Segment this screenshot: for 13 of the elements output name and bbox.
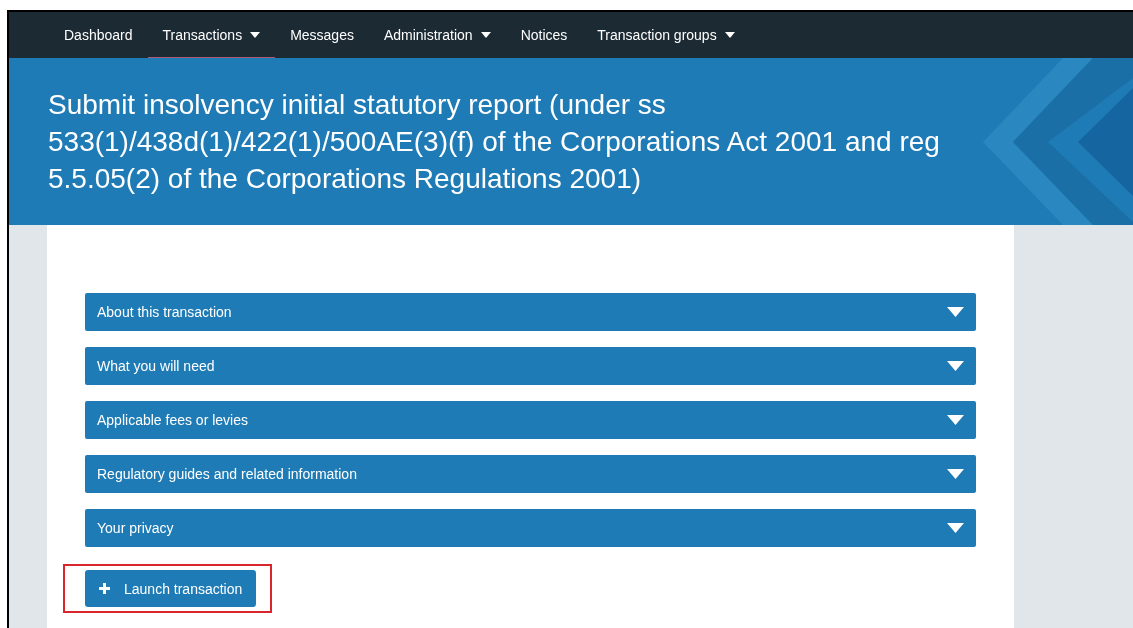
- page-title: Submit insolvency initial statutory report (under ss 533(1)/438d(1)/422(1)/500AE(3)(f) of the Corporations Act 2001 and reg 5.5.05(2) of the Corporations Regulations 2001): [47, 88, 941, 196]
- nav-tab[interactable]: Messages: [275, 12, 369, 59]
- nav-tab[interactable]: Transaction groups: [582, 12, 750, 59]
- accordion-header[interactable]: Applicable fees or levies: [85, 401, 976, 439]
- plus-icon: [99, 583, 110, 594]
- accordion-header[interactable]: Regulatory guides and related information: [85, 455, 976, 493]
- nav-tab[interactable]: Dashboard: [49, 12, 148, 59]
- launch-button[interactable]: Launch transaction: [85, 570, 257, 607]
- accordion-header[interactable]: About this transaction: [85, 293, 976, 331]
- nav-tab[interactable]: Administration: [368, 12, 506, 59]
- accordion-header[interactable]: Your privacy: [85, 509, 976, 547]
- nav-tab[interactable]: Notices: [505, 12, 583, 59]
- accordion-header[interactable]: What you will need: [85, 347, 976, 385]
